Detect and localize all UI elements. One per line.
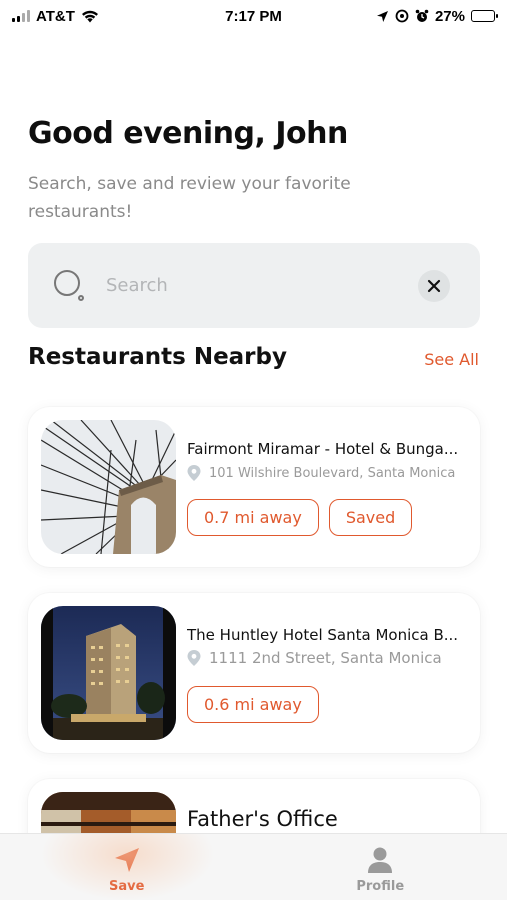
app-screen: AT&T 7:17 PM 27% Good evening, John Sear… — [0, 0, 507, 900]
restaurant-card[interactable]: Fairmont Miramar - Hotel & Bunga... 101 … — [28, 407, 480, 567]
person-icon — [368, 847, 393, 873]
section-title: Restaurants Nearby — [28, 344, 287, 370]
battery-icon — [471, 10, 498, 22]
search-icon — [54, 269, 86, 302]
restaurant-address-row: 101 Wilshire Boulevard, Santa Monica — [187, 465, 472, 481]
distance-badge: 0.6 mi away — [187, 686, 319, 723]
status-right: 27% — [376, 7, 498, 25]
search-bar[interactable] — [28, 243, 480, 328]
bottom-tab-bar: Save Profile — [0, 833, 507, 900]
restaurant-address-row: 1111 2nd Street, Santa Monica — [187, 649, 472, 667]
restaurant-name: Fairmont Miramar - Hotel & Bunga... — [187, 440, 459, 458]
status-bar: AT&T 7:17 PM 27% — [0, 0, 507, 32]
wifi-icon — [81, 10, 98, 22]
distance-badge: 0.7 mi away — [187, 499, 319, 536]
restaurant-tags: 0.7 mi away Saved — [187, 499, 413, 536]
restaurant-thumbnail — [41, 606, 176, 740]
signal-icon — [12, 10, 30, 22]
see-all-link[interactable]: See All — [424, 350, 479, 369]
location-pin-icon — [187, 465, 201, 481]
status-left: AT&T — [12, 8, 99, 25]
tab-save-label: Save — [109, 878, 145, 894]
navigation-arrow-icon — [114, 847, 139, 872]
greeting-subtitle: Search, save and review your favorite re… — [28, 174, 351, 222]
close-icon — [427, 279, 441, 292]
restaurant-card[interactable]: The Huntley Hotel Santa Monica B... 1111… — [28, 593, 480, 753]
location-pin-icon — [187, 650, 201, 666]
battery-percent: 27% — [434, 7, 465, 25]
tab-save[interactable]: Save — [0, 834, 254, 900]
saved-button[interactable]: Saved — [328, 499, 413, 536]
tab-profile-label: Profile — [356, 878, 405, 894]
greeting-title: Good evening, John — [28, 116, 348, 151]
screen-lock-icon — [395, 9, 409, 23]
restaurant-address: 1111 2nd Street, Santa Monica — [209, 649, 442, 667]
restaurant-tags: 0.6 mi away — [187, 686, 319, 723]
restaurant-name: The Huntley Hotel Santa Monica B... — [187, 626, 459, 644]
restaurant-thumbnail — [41, 420, 176, 554]
tab-profile[interactable]: Profile — [254, 834, 507, 900]
location-arrow-icon — [376, 10, 388, 22]
carrier-label: AT&T — [36, 7, 75, 25]
clear-search-button[interactable] — [418, 269, 450, 302]
alarm-icon — [415, 9, 429, 22]
restaurant-name: Father's Office — [187, 807, 338, 831]
search-input[interactable] — [106, 275, 418, 296]
restaurant-address: 101 Wilshire Boulevard, Santa Monica — [209, 465, 456, 481]
